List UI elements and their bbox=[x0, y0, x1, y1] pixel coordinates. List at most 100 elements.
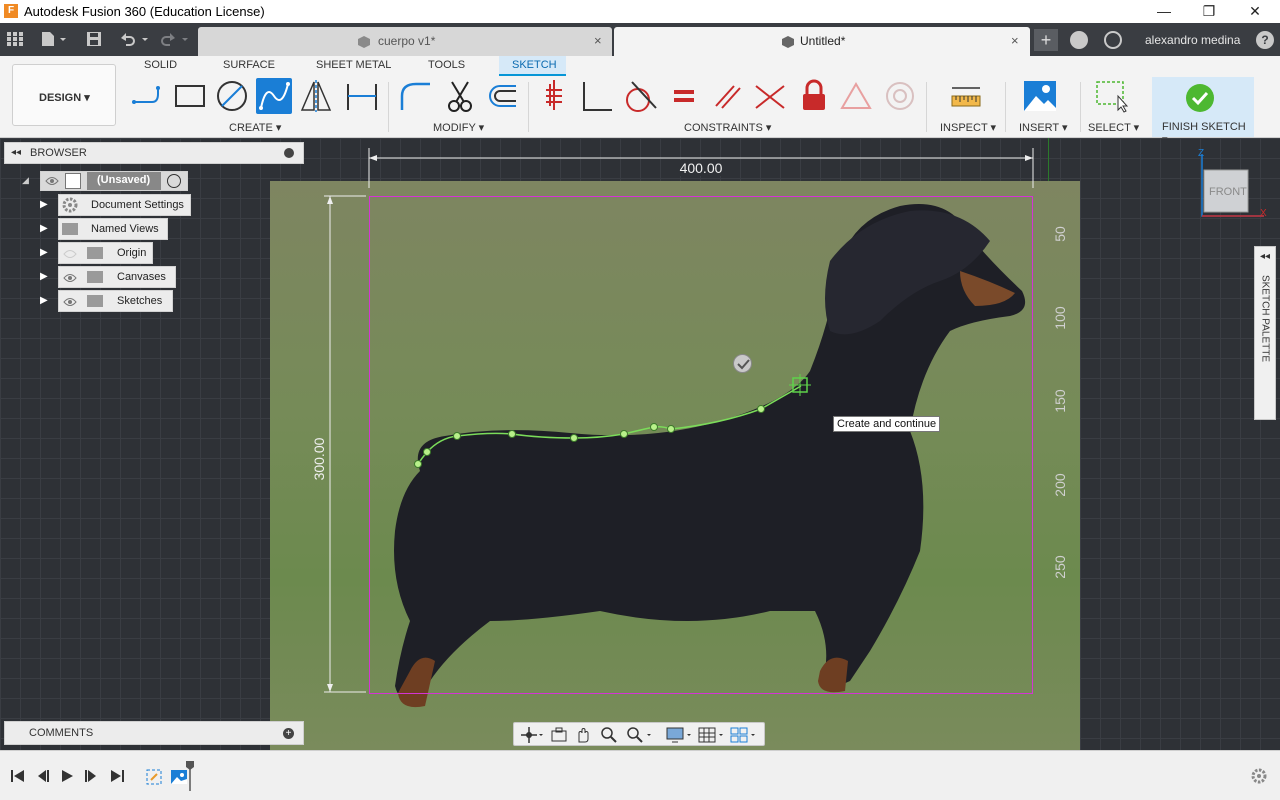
tab-close-button[interactable]: × bbox=[1011, 33, 1019, 48]
expand-arrow-icon[interactable]: ▶ bbox=[40, 271, 48, 282]
measure-icon[interactable] bbox=[948, 78, 984, 114]
collapse-browser-icon[interactable]: ◂◂ bbox=[11, 147, 21, 158]
tab-sheet-metal[interactable]: SHEET METAL bbox=[316, 59, 391, 71]
tree-item-named-views[interactable]: Named Views bbox=[58, 218, 168, 240]
play-icon[interactable] bbox=[59, 768, 75, 784]
tab-untitled[interactable]: Untitled* × bbox=[614, 27, 1030, 56]
tab-surface[interactable]: SURFACE bbox=[223, 59, 275, 71]
browser-title: BROWSER bbox=[30, 147, 87, 159]
select-menu[interactable]: SELECT ▾ bbox=[1088, 121, 1139, 134]
tree-item-canvases[interactable]: Canvases bbox=[58, 266, 176, 288]
go-to-end-icon[interactable] bbox=[109, 768, 125, 784]
fix-constraint-icon[interactable] bbox=[796, 78, 832, 114]
rectangle-tool-icon[interactable] bbox=[172, 78, 208, 114]
component-icon bbox=[782, 36, 794, 48]
viewcube-axis-z: Z bbox=[1198, 148, 1205, 159]
dimension-tool-icon[interactable] bbox=[344, 78, 380, 114]
viewport[interactable]: 400.00 300.00 50 100 150 200 250 Create … bbox=[0, 138, 1280, 750]
expand-arrow-icon[interactable]: ▶ bbox=[40, 295, 48, 306]
go-to-start-icon[interactable] bbox=[10, 768, 26, 784]
tab-sketch[interactable]: SKETCH bbox=[499, 56, 566, 76]
tree-item-origin[interactable]: Origin bbox=[58, 242, 153, 264]
app-grid-icon[interactable] bbox=[6, 31, 24, 47]
activate-radio-icon[interactable] bbox=[167, 174, 181, 188]
step-back-icon[interactable] bbox=[34, 768, 50, 784]
symmetry-constraint-icon[interactable] bbox=[838, 78, 874, 114]
tree-item-sketches[interactable]: Sketches bbox=[58, 290, 173, 312]
expand-arrow-icon[interactable]: ▶ bbox=[40, 199, 48, 210]
browser-panel-header[interactable]: ◂◂ BROWSER bbox=[4, 142, 304, 164]
trim-tool-icon[interactable] bbox=[442, 78, 478, 114]
timeline-settings-gear-icon[interactable] bbox=[1251, 768, 1267, 784]
sketch-palette-collapsed[interactable]: ◂◂ SKETCH PALETTE bbox=[1254, 246, 1276, 420]
tangent-constraint-icon[interactable] bbox=[622, 78, 658, 114]
hidden-eye-icon[interactable] bbox=[63, 248, 77, 260]
line-tool-icon[interactable] bbox=[130, 78, 166, 114]
finish-sketch-button[interactable]: FINISH SKETCH ▾ bbox=[1152, 77, 1254, 146]
timeline-marker[interactable] bbox=[186, 761, 194, 791]
zoom-icon[interactable] bbox=[600, 726, 618, 744]
constraints-menu[interactable]: CONSTRAINTS ▾ bbox=[684, 121, 771, 134]
maximize-button[interactable]: ❐ bbox=[1194, 2, 1224, 20]
comments-panel-header[interactable]: COMMENTS + bbox=[4, 721, 304, 745]
tab-tools[interactable]: TOOLS bbox=[428, 59, 465, 71]
file-menu-icon[interactable] bbox=[40, 31, 68, 47]
tab-cuerpo[interactable]: cuerpo v1* × bbox=[198, 27, 612, 56]
horizontal-vertical-constraint-icon[interactable] bbox=[538, 78, 574, 114]
zoom-window-icon[interactable] bbox=[626, 726, 654, 744]
tree-root-unsaved[interactable]: (Unsaved) bbox=[40, 171, 188, 191]
help-icon[interactable]: ? bbox=[1256, 31, 1274, 49]
offset-tool-icon[interactable] bbox=[484, 78, 520, 114]
create-menu[interactable]: CREATE ▾ bbox=[229, 121, 281, 134]
browser-minimize-icon[interactable] bbox=[284, 148, 294, 158]
close-window-button[interactable]: ✕ bbox=[1240, 2, 1270, 20]
parallel-constraint-icon[interactable] bbox=[710, 78, 746, 114]
timeline-sketch-icon[interactable] bbox=[145, 768, 163, 786]
visibility-eye-icon[interactable] bbox=[63, 296, 77, 308]
modify-menu[interactable]: MODIFY ▾ bbox=[433, 121, 484, 134]
job-status-icon[interactable] bbox=[1104, 31, 1122, 49]
expand-icon[interactable]: ◂◂ bbox=[1260, 251, 1270, 262]
insert-menu[interactable]: INSERT ▾ bbox=[1019, 121, 1068, 134]
add-comment-icon[interactable]: + bbox=[283, 728, 294, 739]
save-icon[interactable] bbox=[86, 31, 102, 47]
minimize-button[interactable]: — bbox=[1149, 2, 1179, 20]
tab-solid[interactable]: SOLID bbox=[144, 59, 177, 71]
tab-close-button[interactable]: × bbox=[594, 33, 602, 48]
orbit-icon[interactable] bbox=[520, 726, 544, 744]
mirror-tool-icon[interactable] bbox=[298, 78, 334, 114]
user-name[interactable]: alexandro medina bbox=[1145, 33, 1240, 47]
fillet-tool-icon[interactable] bbox=[398, 78, 434, 114]
expand-arrow-icon[interactable]: ▶ bbox=[40, 247, 48, 258]
viewports-icon[interactable] bbox=[730, 726, 758, 744]
undo-icon[interactable] bbox=[118, 31, 150, 47]
grid-settings-icon[interactable] bbox=[698, 726, 726, 744]
inspect-menu[interactable]: INSPECT ▾ bbox=[940, 121, 996, 134]
viewcube[interactable]: FRONT Z X bbox=[1198, 148, 1268, 220]
tree-item-document-settings[interactable]: Document Settings bbox=[58, 194, 191, 216]
coincident-constraint-icon[interactable] bbox=[752, 78, 788, 114]
new-tab-button[interactable]: + bbox=[1034, 29, 1058, 51]
width-dimension-label[interactable]: 400.00 bbox=[673, 160, 729, 176]
pan-hand-icon[interactable] bbox=[574, 726, 592, 744]
perpendicular-constraint-icon[interactable] bbox=[580, 78, 616, 114]
height-dimension-label[interactable]: 300.00 bbox=[311, 429, 329, 489]
select-window-icon[interactable] bbox=[1094, 78, 1130, 114]
workspace-switcher[interactable]: DESIGN ▾ bbox=[12, 64, 116, 126]
equal-constraint-icon[interactable] bbox=[666, 78, 702, 114]
circle-tool-icon[interactable] bbox=[214, 78, 250, 114]
step-forward-icon[interactable] bbox=[84, 768, 100, 784]
visibility-eye-icon[interactable] bbox=[45, 175, 59, 187]
visibility-eye-icon[interactable] bbox=[63, 272, 77, 284]
spline-tool-icon[interactable] bbox=[256, 78, 292, 114]
display-settings-icon[interactable] bbox=[666, 726, 694, 744]
extensions-icon[interactable] bbox=[1070, 31, 1088, 49]
redo-icon[interactable] bbox=[160, 31, 192, 47]
insert-canvas-icon[interactable] bbox=[1022, 78, 1058, 114]
expand-arrow-icon[interactable]: ▶ bbox=[40, 223, 48, 234]
concentric-constraint-icon[interactable] bbox=[882, 78, 918, 114]
sketch-spline[interactable] bbox=[400, 368, 820, 478]
confirm-check-icon[interactable] bbox=[733, 354, 752, 373]
collapse-tree-icon[interactable]: ◢ bbox=[22, 175, 34, 187]
look-at-icon[interactable] bbox=[550, 726, 568, 744]
